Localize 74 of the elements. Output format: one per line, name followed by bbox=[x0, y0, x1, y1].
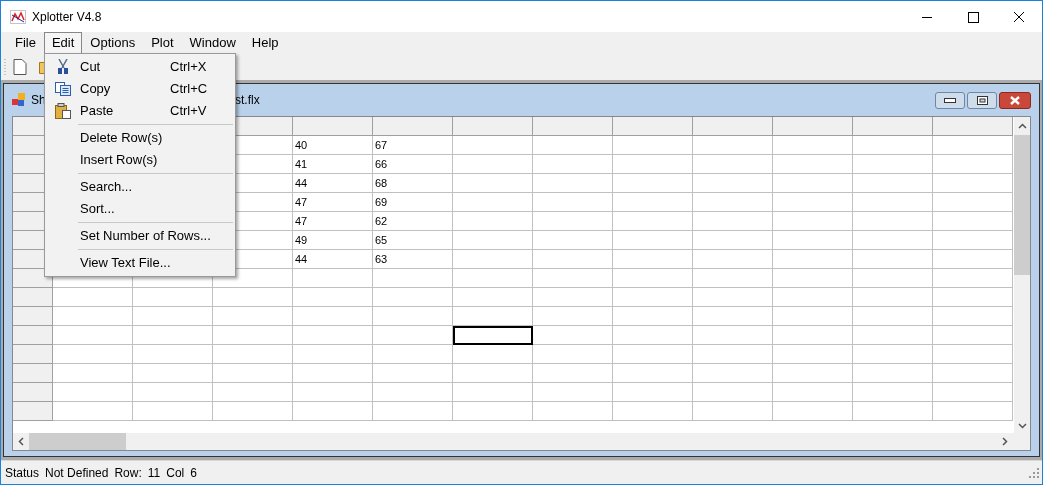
row-header[interactable] bbox=[13, 288, 53, 307]
menu-item[interactable]: Set Number of Rows... bbox=[45, 225, 235, 247]
table-cell[interactable]: 44 bbox=[293, 174, 373, 193]
column-header[interactable] bbox=[693, 117, 773, 136]
scroll-thumb[interactable] bbox=[29, 433, 126, 450]
status-value: 6 bbox=[190, 464, 197, 482]
row-header[interactable] bbox=[13, 307, 53, 326]
minimize-icon bbox=[944, 97, 956, 103]
column-header[interactable] bbox=[773, 117, 853, 136]
menu-item[interactable]: Insert Row(s) bbox=[45, 149, 235, 171]
menu-item[interactable]: Help bbox=[243, 32, 287, 54]
menu-item[interactable]: Search... bbox=[45, 176, 235, 198]
table-cell[interactable]: 44 bbox=[293, 250, 373, 269]
toolbar-grip-icon bbox=[4, 58, 7, 76]
status-value: 11 bbox=[147, 464, 161, 482]
table-cell[interactable]: 67 bbox=[373, 136, 453, 155]
menu-item[interactable]: Delete Row(s) bbox=[45, 127, 235, 149]
restore-icon bbox=[976, 95, 988, 105]
close-button[interactable] bbox=[999, 91, 1031, 109]
menu-item[interactable]: Edit bbox=[43, 32, 83, 54]
scroll-left-icon[interactable] bbox=[18, 437, 24, 446]
row-header[interactable] bbox=[13, 364, 53, 383]
menu-item[interactable]: Paste Ctrl+V bbox=[45, 100, 235, 122]
table-cell[interactable]: 47 bbox=[293, 193, 373, 212]
clipboard-icon bbox=[54, 103, 71, 119]
table-cell[interactable]: 40 bbox=[293, 136, 373, 155]
menu-item[interactable]: File bbox=[7, 32, 44, 54]
menu-item[interactable]: Options bbox=[82, 32, 144, 54]
scissors-icon bbox=[55, 59, 70, 75]
row-header[interactable] bbox=[13, 345, 53, 364]
app-logo-icon bbox=[10, 9, 26, 24]
copy-icon bbox=[54, 82, 71, 96]
column-header[interactable] bbox=[453, 117, 533, 136]
column-header[interactable] bbox=[293, 117, 373, 136]
table-cell[interactable]: 47 bbox=[293, 212, 373, 231]
scroll-up-icon[interactable] bbox=[1017, 123, 1027, 129]
menu-item[interactable]: Window bbox=[181, 32, 244, 54]
status-label: Col bbox=[166, 464, 185, 482]
minimize-button[interactable] bbox=[935, 91, 965, 109]
menu-item[interactable]: Copy Ctrl+C bbox=[45, 78, 235, 100]
resize-grip-icon[interactable] bbox=[1029, 467, 1039, 478]
status-value: Not Defined bbox=[45, 464, 109, 482]
status-label: Status bbox=[5, 464, 40, 482]
menu-item[interactable]: Cut Ctrl+X bbox=[45, 56, 235, 78]
column-header[interactable] bbox=[853, 117, 933, 136]
menu-item[interactable]: Plot bbox=[143, 32, 182, 54]
table-cell[interactable]: 62 bbox=[373, 212, 453, 231]
row-header[interactable] bbox=[13, 383, 53, 402]
table-cell[interactable]: 49 bbox=[293, 231, 373, 250]
scroll-right-icon[interactable] bbox=[1002, 437, 1008, 446]
column-header[interactable] bbox=[373, 117, 453, 136]
table-cell[interactable]: 63 bbox=[373, 250, 453, 269]
scroll-down-icon[interactable] bbox=[1017, 423, 1027, 429]
document-icon bbox=[12, 93, 26, 107]
table-cell[interactable]: 41 bbox=[293, 155, 373, 174]
new-document-icon[interactable] bbox=[13, 59, 27, 75]
table-cell[interactable]: 65 bbox=[373, 231, 453, 250]
column-header[interactable] bbox=[533, 117, 613, 136]
menu-item[interactable]: Sort... bbox=[45, 198, 235, 220]
status-label: Row: bbox=[114, 464, 142, 482]
scroll-thumb[interactable] bbox=[1014, 135, 1030, 275]
table-cell[interactable] bbox=[453, 326, 533, 345]
table-cell[interactable]: 68 bbox=[373, 174, 453, 193]
menu-item[interactable]: View Text File... bbox=[45, 252, 235, 274]
row-header[interactable] bbox=[13, 326, 53, 345]
table-cell[interactable]: 69 bbox=[373, 193, 453, 212]
restore-button[interactable] bbox=[967, 91, 997, 109]
column-header[interactable] bbox=[613, 117, 693, 136]
row-header[interactable] bbox=[13, 269, 53, 288]
document-title: st.flx bbox=[235, 92, 260, 109]
row-header[interactable] bbox=[13, 402, 53, 421]
close-icon bbox=[1009, 95, 1021, 105]
table-cell[interactable]: 66 bbox=[373, 155, 453, 174]
window-title: Xplotter V4.8 bbox=[32, 8, 102, 26]
